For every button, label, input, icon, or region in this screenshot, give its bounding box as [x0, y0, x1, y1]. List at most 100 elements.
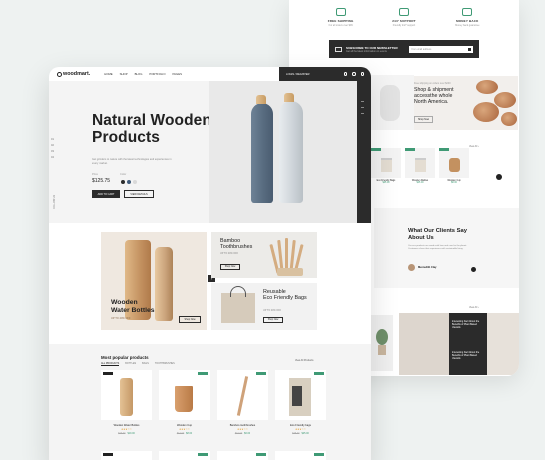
sale-tag — [439, 148, 449, 151]
sale-tag — [405, 148, 415, 151]
testimonials-section: What Our Clients Say About Us Our eco pr… — [374, 208, 519, 288]
product-card[interactable]: Eco Friendly Bags $25.00 — [371, 148, 401, 192]
hand-image — [368, 75, 414, 130]
product-image[interactable] — [159, 451, 210, 460]
old-price: $35.00 — [292, 432, 300, 435]
cart-icon[interactable] — [360, 72, 364, 76]
tab-bottles[interactable]: BOTTLES — [125, 362, 136, 366]
search-icon[interactable] — [343, 72, 347, 76]
product-card[interactable]: Bamboo toothbrushes ★★★☆☆ $10.00 $6.00 — [217, 370, 268, 435]
product-rating: ★★★☆☆ — [179, 428, 190, 431]
add-to-cart-button[interactable]: ADD TO CART — [92, 190, 120, 198]
view-all-link[interactable]: View All Products — [295, 359, 313, 362]
shop-now-button[interactable]: Shop Now — [414, 116, 434, 123]
product-card[interactable]: Wooden Cup ★★★☆☆ $12.00 $8.00 — [159, 370, 210, 435]
menu-item-portfolio[interactable]: PORTFOLIO — [149, 72, 165, 76]
author-name: Mercedith Clay — [418, 266, 437, 269]
menu-item-pages[interactable]: PAGES — [173, 72, 182, 76]
shop-now-button[interactable]: Shop Now — [263, 317, 283, 323]
product-grid: Wooden Water Bottles ★★★☆☆ $29.00 $19.00 … — [101, 370, 326, 435]
menu-item-blog[interactable]: BLOG — [135, 72, 143, 76]
follow-label: FOLLOW US — [53, 194, 56, 209]
color-swatch-blue[interactable] — [127, 180, 131, 184]
product-rating: ★★★☆☆ — [295, 428, 306, 431]
feature-title: MONEY BACK — [456, 19, 479, 23]
feature-sub: Money back guarantee — [455, 24, 480, 27]
product-image — [159, 370, 210, 420]
truck-icon — [335, 8, 346, 16]
avatar — [408, 264, 415, 271]
product-card[interactable]: Eco Friendly bags ★★★☆☆ $35.00 $25.00 — [275, 370, 326, 435]
hero-title: Natural Wooden Products — [92, 112, 212, 146]
promo-water-bottles[interactable]: Wooden Water Bottles UP TO 40% OFF Shop … — [101, 232, 207, 330]
sale-tag — [256, 453, 266, 456]
logo-mark-icon — [57, 71, 62, 77]
product-image — [405, 148, 435, 178]
product-price: $8.00 — [451, 182, 457, 184]
submit-arrow-icon[interactable] — [468, 47, 471, 51]
tab-toothbrushes[interactable]: TOOTHBRUSHES — [155, 362, 175, 366]
product-rating: ★★★☆☆ — [121, 428, 132, 431]
product-rating: ★★★☆☆ — [237, 428, 248, 431]
hero-title-line1: Natural Wooden — [92, 112, 212, 129]
hero-price: $125.75 — [92, 178, 111, 184]
product-card[interactable]: Wooden Rattles $15.00 — [405, 148, 435, 192]
carousel-next-dot[interactable] — [496, 174, 502, 180]
grinder-cap — [256, 95, 266, 104]
sale-tag — [198, 372, 208, 375]
bag-shape — [381, 158, 392, 172]
site-logo[interactable]: woodmart. — [57, 71, 90, 77]
newsletter-bar: SUBSCRIBE TO OUR NEWSLETTER Get all the … — [329, 40, 479, 58]
carousel-dot[interactable] — [471, 267, 476, 272]
bags-row: Eco Friendly Bags $25.00 Wooden Rattles … — [371, 148, 519, 192]
product-image[interactable] — [217, 451, 268, 460]
newsletter-email-input[interactable]: Your email address — [409, 45, 473, 53]
blog-card[interactable]: Interesting Fact About the Benefits of P… — [449, 344, 487, 375]
product-image — [101, 370, 152, 420]
grinder-white — [279, 93, 303, 203]
product-price: $15.00 — [416, 182, 424, 184]
promo-title-line1: Wooden — [111, 299, 138, 306]
promo-eco-bags[interactable]: Reusable Eco Friendly Bags UP TO 40% OFF… — [211, 283, 317, 330]
plant-leaves — [376, 329, 388, 345]
product-card[interactable]: Wooden Water Bottles ★★★☆☆ $29.00 $19.00 — [101, 370, 152, 435]
tab-all-products[interactable]: ALL PRODUCTS — [101, 362, 120, 366]
product-image — [275, 370, 326, 420]
promo-toothbrushes[interactable]: Bamboo Toothbrushes UP TO 40% OFF Shop N… — [211, 232, 317, 278]
current-price: $6.00 — [244, 432, 251, 435]
color-swatch-dark[interactable] — [121, 180, 125, 184]
sale-tag — [256, 372, 266, 375]
grinder-blue — [251, 95, 273, 203]
product-tabs: ALL PRODUCTS BOTTLES BAGS TOOTHBRUSHES — [101, 362, 175, 366]
sale-tag — [198, 453, 208, 456]
tote-bag-image — [221, 286, 255, 323]
features-row: FREE SHIPPING For all orders over $99 24… — [289, 0, 519, 40]
blog-title: Interesting Fact About the Benefits of P… — [452, 320, 480, 329]
view-details-button[interactable]: VIEW DETAILS — [124, 190, 154, 198]
old-price: $10.00 — [234, 432, 243, 435]
tab-bags[interactable]: BAGS — [142, 362, 149, 366]
product-card[interactable]: Wooden Cup $8.00 — [439, 148, 469, 192]
bowl-image — [476, 80, 498, 94]
promo-title: Reusable Eco Friendly Bags — [263, 289, 307, 301]
testimonial-author: Mercedith Clay — [408, 264, 436, 271]
pager-item[interactable]: 04 — [51, 155, 54, 161]
promo-sub: UP TO 40% OFF — [263, 309, 282, 312]
shipping-tiny: Free shipping on orders over $200 — [414, 82, 451, 85]
bag-print — [292, 386, 302, 406]
cup-shape — [449, 158, 460, 172]
heart-icon[interactable] — [352, 72, 356, 76]
menu-item-shop[interactable]: SHOP — [120, 72, 128, 76]
bowl-image — [501, 112, 517, 126]
login-register-link[interactable]: LOGIN / REGISTER — [286, 73, 310, 76]
menu-item-home[interactable]: HOME — [104, 72, 112, 76]
color-label: Color — [120, 173, 127, 176]
shop-now-button[interactable]: Shop Now — [179, 316, 201, 323]
shop-now-button[interactable]: Shop Now — [220, 264, 240, 270]
product-image[interactable] — [275, 451, 326, 460]
color-swatch-grey[interactable] — [133, 180, 137, 184]
blog-card[interactable]: Interesting Fact About the Benefits of P… — [449, 313, 487, 344]
product-name: Wooden Cup — [176, 424, 193, 427]
product-price: $35.00 $25.00 — [275, 432, 326, 435]
product-image[interactable] — [101, 451, 152, 460]
